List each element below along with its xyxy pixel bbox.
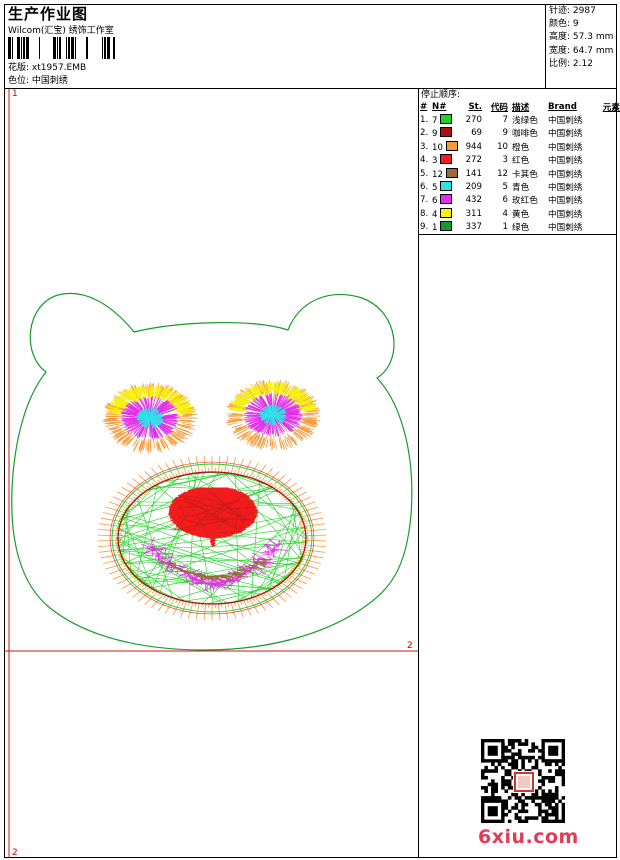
axis-bottom-label: 2 [12,848,18,858]
qr-code [481,739,565,823]
axis-origin-label: 1 [12,89,18,99]
watermark-logo: 6xiu.com [478,826,579,848]
axis-x-label: 2 [407,641,413,651]
design-canvas [5,89,418,858]
